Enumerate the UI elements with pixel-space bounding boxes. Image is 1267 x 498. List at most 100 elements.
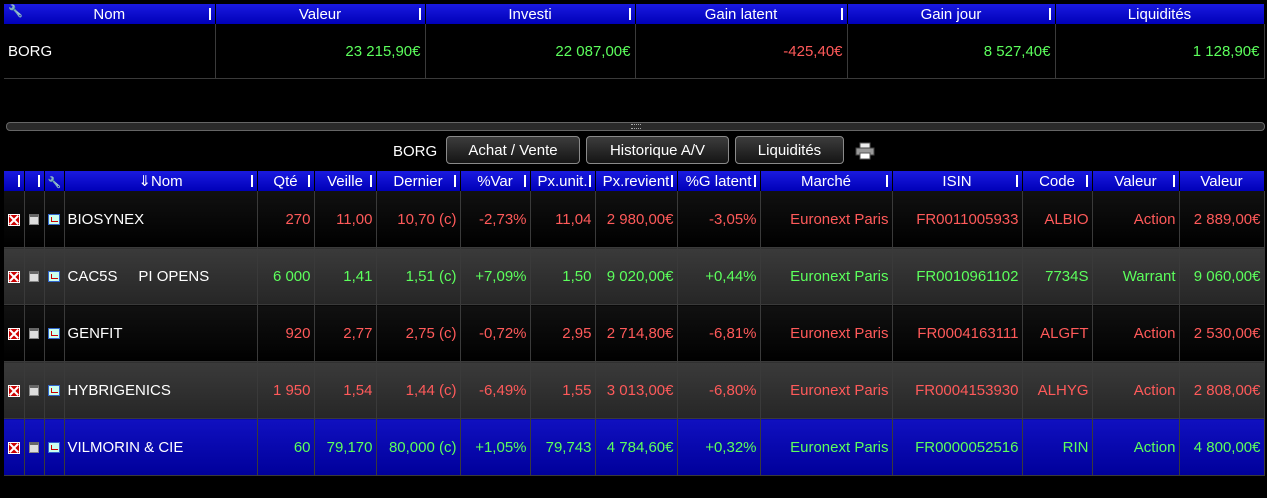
cell-dernier: 2,75 (c) [376, 304, 461, 362]
cell-g-latent: -6,80% [677, 361, 761, 419]
cell-qte: 270 [257, 191, 315, 248]
table-row[interactable]: CAC5S PI OPENS 6 000 1,41 1,51 (c) +7,09… [4, 247, 1265, 305]
delete-icon[interactable] [7, 213, 20, 226]
col-isin[interactable]: ISIN [892, 171, 1023, 191]
wrench-icon[interactable]: 🔧 [8, 4, 23, 18]
col-delete[interactable] [4, 171, 25, 191]
delete-icon[interactable] [7, 270, 20, 283]
document-icon[interactable] [29, 328, 39, 340]
chart-icon[interactable] [48, 385, 60, 397]
summary-row[interactable]: BORG 23 215,90€ 22 087,00€ -425,40€ 8 52… [4, 24, 1265, 79]
cell-qte: 920 [257, 304, 315, 362]
cell-px-unit: 1,50 [530, 247, 596, 305]
cell-px-revient: 2 980,00€ [595, 191, 678, 248]
portfolio-window: 🔧 Nom Valeur Investi Gain latent Gain jou… [0, 0, 1267, 498]
col-veille[interactable]: Veille [314, 171, 377, 191]
wrench-icon[interactable]: 🔧 [48, 177, 62, 189]
cell-valeur: 9 060,00€ [1179, 247, 1265, 305]
portfolio-label: BORG [393, 143, 438, 160]
printer-icon[interactable] [855, 142, 875, 160]
cell-g-latent: +0,32% [677, 418, 761, 476]
col-nom[interactable]: ⇓Nom [64, 171, 258, 191]
delete-icon[interactable] [7, 327, 20, 340]
cell-g-latent: -3,05% [677, 191, 761, 248]
summary-header: 🔧 Nom Valeur Investi Gain latent Gain jou… [4, 4, 1265, 24]
delete-icon[interactable] [7, 441, 20, 454]
cell-code: ALBIO [1022, 191, 1093, 248]
grip-icon [630, 124, 641, 129]
history-button[interactable]: Historique A/V [586, 136, 729, 164]
cell-marche: Euronext Paris [760, 418, 893, 476]
cell-nom: HYBRIGENICS [64, 361, 258, 419]
col-code[interactable]: Code [1022, 171, 1093, 191]
summary-col-gain-latent[interactable]: Gain latent [635, 4, 848, 24]
col-doc[interactable] [24, 171, 45, 191]
summary-col-valeur[interactable]: Valeur [215, 4, 426, 24]
cell-dernier: 1,51 (c) [376, 247, 461, 305]
cell-veille: 11,00 [314, 191, 377, 248]
cell-nom: CAC5S PI OPENS [64, 247, 258, 305]
cell-valeur: 2 530,00€ [1179, 304, 1265, 362]
cash-button[interactable]: Liquidités [735, 136, 844, 164]
cell-type: Action [1092, 361, 1180, 419]
cell-qte: 60 [257, 418, 315, 476]
cell-px-revient: 4 784,60€ [595, 418, 678, 476]
col-type[interactable]: Valeur [1092, 171, 1180, 191]
cell-valeur: 4 800,00€ [1179, 418, 1265, 476]
col-valeur[interactable]: Valeur [1179, 171, 1265, 191]
col-var[interactable]: %Var [460, 171, 531, 191]
cell-var: +1,05% [460, 418, 531, 476]
cell-code: ALHYG [1022, 361, 1093, 419]
table-row-selected[interactable]: VILMORIN & CIE 60 79,170 80,000 (c) +1,0… [4, 418, 1265, 476]
summary-liquidites: 1 128,90€ [1055, 24, 1265, 79]
col-px-unit[interactable]: Px.unit. [530, 171, 596, 191]
summary-col-liquidites[interactable]: Liquidités [1055, 4, 1265, 24]
document-icon[interactable] [29, 271, 39, 283]
cell-marche: Euronext Paris [760, 361, 893, 419]
cell-marche: Euronext Paris [760, 191, 893, 248]
cell-var: +7,09% [460, 247, 531, 305]
summary-table: 🔧 Nom Valeur Investi Gain latent Gain jou… [4, 4, 1265, 79]
summary-investi: 22 087,00€ [425, 24, 636, 79]
cell-px-unit: 1,55 [530, 361, 596, 419]
document-icon[interactable] [29, 214, 39, 226]
table-row[interactable]: HYBRIGENICS 1 950 1,54 1,44 (c) -6,49% 1… [4, 361, 1265, 419]
summary-col-nom[interactable]: 🔧 Nom [4, 4, 216, 24]
cell-isin: FR0010961102 [892, 247, 1023, 305]
cell-nom: GENFIT [64, 304, 258, 362]
cell-px-unit: 11,04 [530, 191, 596, 248]
col-qte[interactable]: Qté [257, 171, 315, 191]
cell-dernier: 80,000 (c) [376, 418, 461, 476]
cell-dernier: 10,70 (c) [376, 191, 461, 248]
cell-px-revient: 9 020,00€ [595, 247, 678, 305]
positions-header: 🔧 ⇓Nom Qté Veille Dernier %Var Px.unit. … [4, 171, 1265, 191]
col-marche[interactable]: Marché [760, 171, 893, 191]
pane-splitter[interactable] [6, 122, 1265, 131]
summary-gain-jour: 8 527,40€ [847, 24, 1056, 79]
table-row[interactable]: GENFIT 920 2,77 2,75 (c) -0,72% 2,95 2 7… [4, 304, 1265, 362]
document-icon[interactable] [29, 385, 39, 397]
cell-g-latent: -6,81% [677, 304, 761, 362]
col-dernier[interactable]: Dernier [376, 171, 461, 191]
summary-gain-latent: -425,40€ [635, 24, 848, 79]
chart-icon[interactable] [48, 328, 60, 340]
col-g-latent[interactable]: %G latent [677, 171, 761, 191]
cell-qte: 6 000 [257, 247, 315, 305]
table-row[interactable]: BIOSYNEX 270 11,00 10,70 (c) -2,73% 11,0… [4, 191, 1265, 248]
cell-type: Action [1092, 191, 1180, 248]
cell-px-revient: 2 714,80€ [595, 304, 678, 362]
col-px-revient[interactable]: Px.revient [595, 171, 678, 191]
col-settings[interactable]: 🔧 [44, 171, 65, 191]
summary-col-gain-jour[interactable]: Gain jour [847, 4, 1056, 24]
document-icon[interactable] [29, 442, 39, 454]
delete-icon[interactable] [7, 384, 20, 397]
buy-sell-button[interactable]: Achat / Vente [446, 136, 580, 164]
chart-icon[interactable] [48, 214, 60, 226]
cell-marche: Euronext Paris [760, 304, 893, 362]
chart-icon[interactable] [48, 442, 60, 454]
summary-col-investi[interactable]: Investi [425, 4, 636, 24]
chart-icon[interactable] [48, 271, 60, 283]
cell-nom: BIOSYNEX [64, 191, 258, 248]
cell-veille: 1,54 [314, 361, 377, 419]
cell-valeur: 2 889,00€ [1179, 191, 1265, 248]
